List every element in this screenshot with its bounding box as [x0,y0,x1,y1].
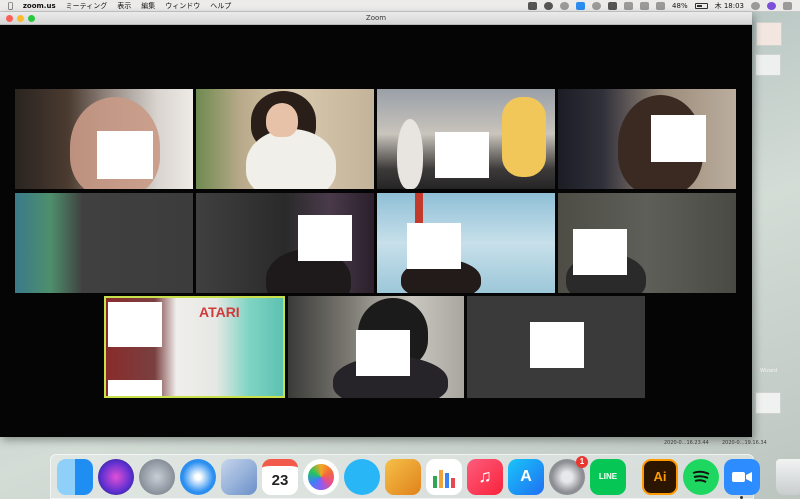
pages-icon[interactable] [385,458,421,495]
face-blur-mask [407,223,461,269]
window-controls [6,15,35,22]
zoom-window: Zoom ATARI [0,12,752,437]
menu-meeting[interactable]: ミーティング [66,1,108,11]
status-icon[interactable] [560,1,570,10]
creative-cloud-icon[interactable] [608,1,618,10]
participant-video-tile[interactable] [558,193,736,293]
notification-badge: 1 [576,455,588,468]
participant-video-tile[interactable] [377,89,555,189]
menubar-clock[interactable]: 木 18:03 [715,1,744,11]
finder-icon[interactable] [57,458,93,495]
face-blur-mask [573,229,627,275]
menu-view[interactable]: 表示 [117,1,131,11]
active-speaker-video-tile[interactable]: ATARI [104,296,285,398]
menu-edit[interactable]: 編集 [141,1,155,11]
apple-menu-icon[interactable]:  [8,0,13,12]
shirt-logo: ATARI [199,304,240,320]
dropbox-status-icon[interactable] [528,1,538,10]
notification-center-icon[interactable] [783,1,792,10]
battery-percent: 48% [672,1,688,10]
face-blur-mask [298,215,352,261]
system-preferences-icon[interactable]: 1 [549,455,588,495]
photos-icon[interactable] [303,458,339,495]
zoom-icon[interactable] [724,458,760,499]
face-blur-mask [97,131,153,179]
preview-icon[interactable] [221,458,257,495]
safari-icon[interactable] [180,458,216,495]
app-store-icon[interactable]: A [508,458,544,495]
participant-video-tile[interactable] [15,193,193,293]
illustrator-icon[interactable]: Ai [642,458,678,495]
desktop-file-thumbnail[interactable] [755,392,781,414]
participant-video-tile[interactable] [467,296,645,398]
minimize-window-button[interactable] [17,15,24,22]
dock: 23 ♫ A 1 LINE Ai [50,454,800,499]
participant-video-tile[interactable] [288,296,464,398]
close-window-button[interactable] [6,15,13,22]
wifi-icon[interactable] [640,1,650,10]
face-blur-mask [356,330,410,376]
zoom-status-icon[interactable] [576,1,586,10]
battery-icon[interactable] [694,2,708,9]
running-indicator [740,495,743,499]
face-blur-mask [651,115,706,162]
participant-video-tile[interactable] [196,193,374,293]
app-menu[interactable]: zoom.us [23,2,56,10]
desktop-screenshot-label: 2020-0...19.16.34 [722,440,767,446]
messages-icon[interactable] [344,458,380,495]
participant-video-tile[interactable] [196,89,374,189]
status-icon[interactable] [592,1,602,10]
menu-bar:  zoom.us ミーティング 表示 編集 ウィンドウ ヘルプ 48% 木 1… [0,0,800,12]
participant-video-tile[interactable] [558,89,736,189]
face-blur-mask [435,132,489,178]
siri-menu-icon[interactable] [767,1,776,10]
spotify-icon[interactable] [683,458,719,495]
menu-help[interactable]: ヘルプ [210,1,231,11]
siri-icon[interactable] [98,458,134,495]
desktop-file-thumbnail[interactable] [756,22,782,46]
participant-video-tile[interactable] [377,193,555,293]
face-blur-mask [530,322,584,368]
trash-icon[interactable] [776,458,800,495]
calendar-icon[interactable]: 23 [262,458,298,495]
desktop-file-thumbnail[interactable] [755,54,781,76]
gallery-view: ATARI [0,25,752,437]
desktop-wizard-label: Wizard [760,368,778,374]
participant-video-tile[interactable] [15,89,193,189]
launchpad-icon[interactable] [139,458,175,495]
desktop-screenshot-label: 2020-0...16.23.44 [664,440,709,446]
music-icon[interactable]: ♫ [467,458,503,495]
window-title: Zoom [365,14,387,22]
numbers-icon[interactable] [426,458,462,495]
face-blur-mask [108,302,162,347]
airplay-icon[interactable] [624,1,634,10]
face-blur-mask [108,380,162,396]
maximize-window-button[interactable] [28,15,35,22]
volume-icon[interactable] [656,1,666,10]
window-titlebar[interactable]: Zoom [0,12,752,25]
search-icon[interactable] [751,1,760,10]
menu-window[interactable]: ウィンドウ [165,1,200,11]
line-status-icon[interactable] [544,1,554,10]
line-icon[interactable]: LINE [590,458,626,495]
